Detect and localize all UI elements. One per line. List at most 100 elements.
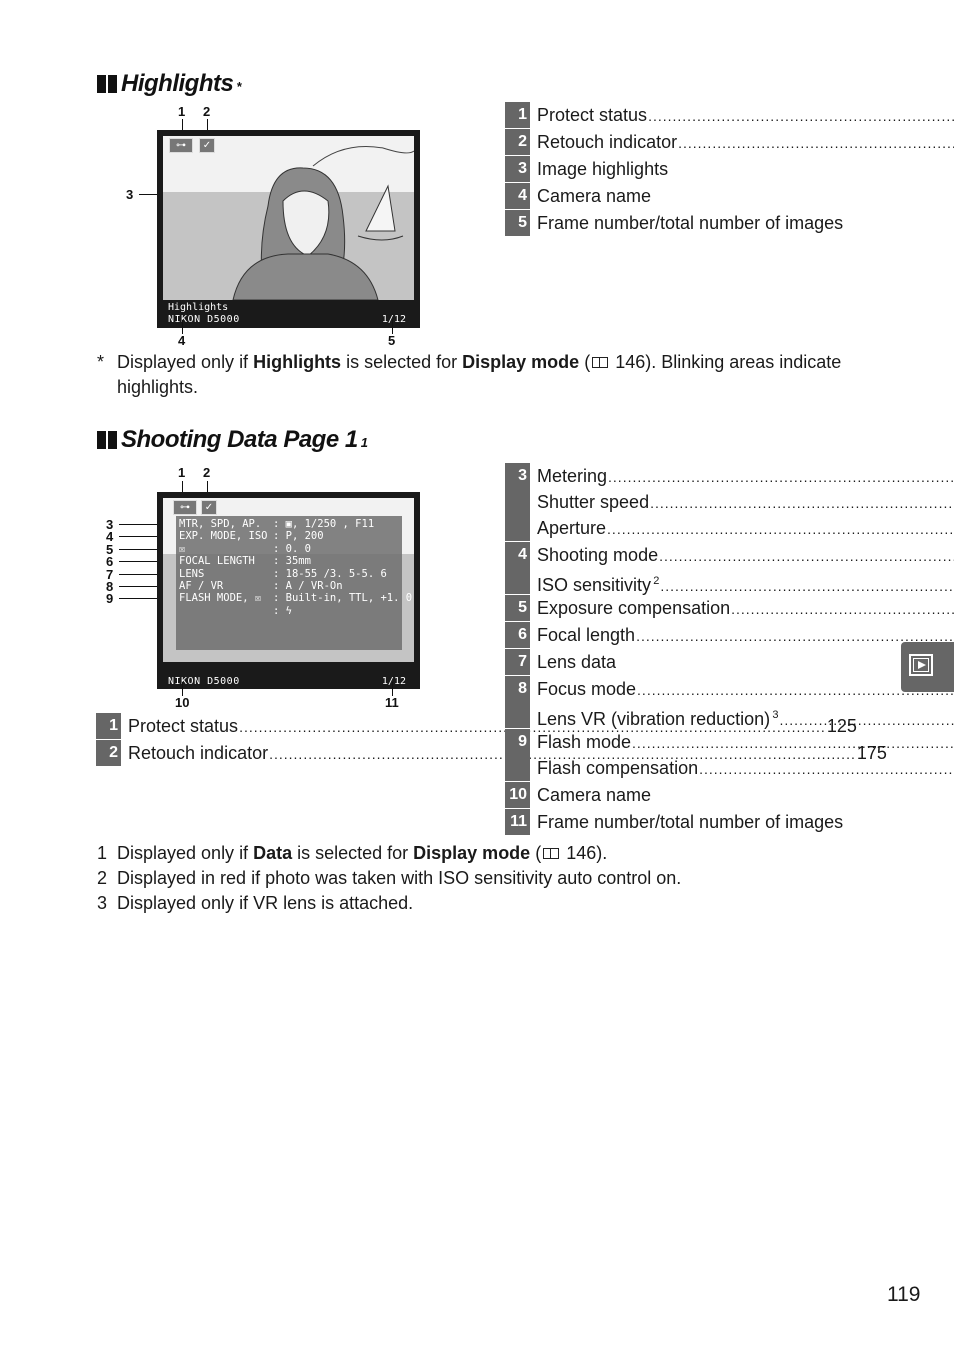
screen-data-value: : 18-55 /3. 5-5. 6 — [273, 567, 387, 580]
legend-lines: Metering88Shutter speed82, 84Aperture83,… — [530, 463, 954, 541]
dot-leader — [607, 516, 954, 542]
legend-line: Frame number/total number of images — [537, 210, 888, 236]
callout-1: 1 — [178, 465, 186, 480]
dot-leader — [699, 756, 954, 782]
legend-item: 2Retouch indicator175 — [96, 740, 887, 766]
heading-text: Highlights — [121, 70, 234, 97]
footnote-text: ( — [530, 843, 542, 863]
legend-line: Retouch indicator175 — [537, 129, 954, 155]
legend-line: Camera name — [537, 183, 888, 209]
legend-label: Protect status — [537, 105, 648, 125]
legend-label: Metering — [537, 466, 608, 486]
legend-label: Lens VR (vibration reduction) 3 — [537, 709, 779, 729]
screen-data-label: MTR, SPD, AP. — [179, 518, 262, 530]
legend-label: Camera name — [537, 186, 652, 206]
heading-mark: 1 — [360, 435, 368, 450]
heading-bars-icon — [97, 431, 117, 449]
legend-number-badge: 4 — [505, 183, 530, 209]
legend-lines: Retouch indicator175 — [530, 129, 954, 155]
dot-leader — [731, 596, 954, 622]
page-reference-link[interactable]: 146). — [561, 843, 607, 863]
leader-line — [182, 320, 183, 334]
callout-2: 2 — [203, 104, 211, 119]
callout-10: 10 — [175, 695, 190, 710]
callout-9: 9 — [106, 591, 114, 607]
leader-line — [392, 682, 393, 696]
display-mode-label: Highlights — [168, 302, 229, 313]
legend-number-badge: 1 — [505, 102, 530, 128]
legend-lines: Focal length197 — [530, 622, 954, 648]
legend-label: Frame number/total number of images — [537, 213, 844, 233]
legend-line: Flash mode71 — [537, 729, 954, 755]
legend-number-badge: 7 — [505, 649, 530, 675]
screen-data-label: FOCAL LENGTH — [179, 555, 255, 568]
shooting-data-legend-left: 1Protect status1252Retouch indicator175 — [96, 713, 887, 767]
legend-number-badge: 11 — [505, 809, 530, 835]
callout-2: 2 — [203, 465, 211, 480]
leader-line — [392, 320, 393, 334]
legend-line: Lens VR (vibration reduction) 319 — [537, 702, 954, 729]
legend-label: Shooting mode — [537, 545, 659, 565]
legend-number-badge: 1 — [96, 713, 121, 739]
heading-bars-icon — [97, 75, 117, 93]
screen-data-label: EXP. MODE, ISO — [179, 530, 268, 543]
photo-preview: ⊶ ✓ — [163, 136, 414, 300]
legend-number-badge: 4 — [505, 542, 530, 594]
section-heading-highlights: Highlights * — [97, 70, 241, 98]
legend-line: Flash compensation92 — [537, 755, 954, 781]
legend-label: Flash compensation — [537, 758, 699, 778]
legend-lines: Protect status125 — [530, 102, 954, 128]
legend-item: 11 Frame number/total number of images — [505, 809, 888, 835]
callout-4: 4 — [178, 333, 186, 348]
legend-label: Retouch indicator — [128, 743, 269, 763]
legend-lines: Lens data — [530, 649, 888, 675]
legend-number-badge: 9 — [505, 729, 530, 781]
legend-line: Camera name — [537, 782, 888, 808]
legend-item: 8Focus mode54, 60Lens VR (vibration redu… — [505, 676, 888, 729]
footnote: 1 Displayed only if Data is selected for … — [97, 841, 887, 866]
legend-number-badge: 3 — [505, 156, 530, 182]
dot-leader — [608, 464, 954, 490]
screen-data-value: : 0. 0 — [273, 542, 311, 555]
legend-line: Protect status125 — [537, 102, 954, 128]
callout-5: 5 — [388, 333, 396, 348]
footnote-number: 2 — [97, 868, 108, 888]
legend-item: 6Focal length197 — [505, 622, 888, 648]
legend-item: 10 Camera name — [505, 782, 888, 808]
legend-label: Flash mode — [537, 732, 632, 752]
screen-data-label: AF / VR — [179, 580, 224, 592]
shooting-data-footnotes: 1 Displayed only if Data is selected for … — [97, 841, 887, 916]
legend-number-badge: 5 — [505, 210, 530, 236]
legend-item: 2Retouch indicator175 — [505, 129, 888, 155]
footnote-ref: 3 — [770, 709, 779, 721]
playback-section-tab[interactable] — [901, 642, 954, 692]
callout-3: 3 — [126, 187, 134, 202]
screen-data-value: : 35mm — [273, 555, 311, 568]
legend-line: Metering88 — [537, 463, 954, 489]
screen-data-label: ☒ — [179, 542, 186, 555]
page-number: 119 — [887, 1283, 921, 1306]
footnote-bold: Data — [253, 843, 293, 863]
heading-mark: * — [236, 79, 241, 94]
legend-item: 5 Frame number/total number of images — [505, 210, 888, 236]
dot-leader — [650, 490, 954, 516]
highlights-legend: 1Protect status1252Retouch indicator1753… — [505, 102, 888, 237]
footnote: 3 Displayed only if VR lens is attached. — [97, 891, 887, 916]
callout-1: 1 — [178, 104, 186, 119]
footnote-text: is selected for — [292, 843, 414, 863]
legend-item: 4Shooting mode28, 33, 80ISO sensitivity … — [505, 542, 888, 595]
legend-line: Frame number/total number of images — [537, 809, 888, 835]
legend-lines: Camera name — [530, 782, 888, 808]
legend-line: ISO sensitivity 274 — [537, 568, 954, 595]
leader-line — [182, 682, 183, 696]
legend-item: 7 Lens data — [505, 649, 888, 675]
legend-item: 1Protect status125 — [96, 713, 857, 739]
protect-key-icon: ⊶ — [169, 138, 193, 153]
legend-line: Exposure compensation90 — [537, 595, 954, 621]
legend-item: 5Exposure compensation90 — [505, 595, 888, 621]
legend-line: Focus mode54, 60 — [537, 676, 954, 702]
legend-lines: Image highlights — [530, 156, 888, 182]
protect-key-icon: ⊶ — [173, 500, 197, 515]
book-reference-icon — [592, 357, 609, 368]
legend-label: Focal length — [537, 625, 636, 645]
